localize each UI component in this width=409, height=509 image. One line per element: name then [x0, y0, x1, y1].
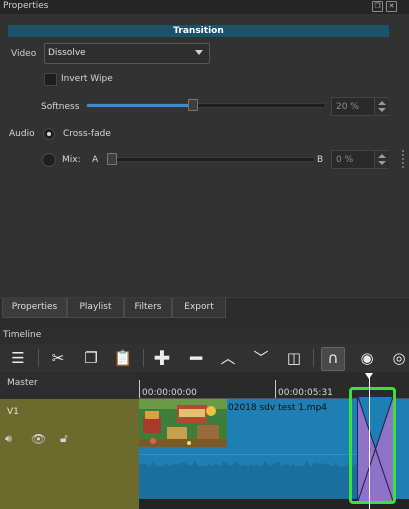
softness-slider[interactable]	[86, 99, 326, 111]
video-transition-value: Dissolve	[48, 48, 86, 58]
speaker-icon[interactable]: 🔊︎	[5, 432, 12, 446]
clip-name: 02018 sdv test 1.mp4	[228, 403, 328, 413]
tab-playlist[interactable]: Playlist	[67, 298, 124, 318]
v1-track-name: V1	[7, 407, 19, 417]
radio-selected-dot	[47, 132, 51, 136]
softness-slider-handle[interactable]	[188, 99, 198, 111]
mix-label: Mix:	[62, 155, 81, 165]
mix-spin-buttons[interactable]	[374, 151, 389, 168]
copy-icon[interactable]: ❐	[80, 347, 102, 369]
timecode-mark: 00:00:05:31	[278, 388, 333, 398]
playhead-line[interactable]	[369, 376, 370, 509]
mix-value: 0 %	[336, 155, 354, 165]
spin-up-icon[interactable]	[378, 101, 386, 105]
audio-waveform	[139, 460, 365, 499]
spin-up-icon[interactable]	[378, 154, 386, 158]
remove-icon[interactable]: ━	[185, 347, 207, 369]
menu-icon[interactable]: ☰	[7, 347, 29, 369]
lift-icon[interactable]: ︿	[217, 347, 239, 369]
mix-radio[interactable]	[42, 153, 56, 167]
mix-spinbox[interactable]: 0 %	[331, 150, 389, 169]
softness-label: Softness	[41, 102, 80, 112]
properties-panel: Properties ❐ ✕ Transition Video Dissolve…	[0, 0, 409, 319]
timeline-clip[interactable]: 02018 sdv test 1.mp4	[139, 399, 365, 499]
selection-highlight	[349, 387, 396, 504]
invert-wipe-label: Invert Wipe	[61, 74, 113, 84]
timeline-title: Timeline	[3, 330, 42, 340]
ruler-tick	[139, 380, 140, 399]
master-label: Master	[7, 378, 38, 388]
unlock-icon[interactable]: 🔓︎	[60, 431, 68, 446]
float-panel-icon[interactable]: ❐	[372, 1, 383, 12]
properties-titlebar: Properties ❐ ✕	[0, 0, 409, 14]
spin-down-icon[interactable]	[378, 108, 386, 112]
splitter-handle[interactable]	[402, 150, 404, 168]
timeline-toolbar: ☰ ✂ ❐ 📋 ✚ ━ ︿ ﹀ ◫ ∩ ◉ ◎	[0, 344, 409, 372]
properties-title: Properties	[3, 1, 49, 11]
toolbar-separator	[143, 349, 144, 367]
track-controls: 🔊︎ 👁︎ 🔓︎	[5, 431, 95, 447]
overwrite-icon[interactable]: ﹀	[250, 347, 272, 369]
snap-icon[interactable]: ∩	[321, 347, 345, 371]
softness-slider-fill	[87, 104, 192, 107]
scrub-icon[interactable]: ◉	[356, 347, 378, 369]
mix-slider-handle[interactable]	[107, 153, 117, 165]
softness-spinbox[interactable]: 20 %	[331, 97, 389, 116]
paste-icon[interactable]: 📋	[112, 347, 134, 369]
chevron-down-icon	[195, 50, 203, 55]
mix-a-label: A	[92, 155, 99, 165]
v1-track-header[interactable]: V1 🔊︎ 👁︎ 🔓︎	[0, 399, 139, 509]
softness-spin-buttons[interactable]	[374, 98, 389, 115]
eye-icon[interactable]: 👁︎	[31, 432, 46, 446]
ruler-tick	[275, 380, 276, 399]
timeline-clip-next[interactable]	[396, 399, 409, 499]
video-transition-select[interactable]: Dissolve	[44, 43, 210, 64]
cut-icon[interactable]: ✂	[47, 347, 69, 369]
timeline-titlebar: Timeline	[0, 326, 409, 344]
audio-label: Audio	[9, 129, 35, 139]
split-icon[interactable]: ◫	[283, 347, 305, 369]
crossfade-label: Cross-fade	[63, 129, 111, 139]
close-panel-icon[interactable]: ✕	[386, 1, 397, 12]
spin-down-icon[interactable]	[378, 161, 386, 165]
tab-filters[interactable]: Filters	[124, 298, 172, 318]
mix-slider[interactable]	[106, 153, 315, 165]
invert-wipe-checkbox[interactable]	[44, 73, 57, 86]
softness-value: 20 %	[336, 102, 359, 112]
toolbar-separator	[313, 349, 314, 367]
timecode-start: 00:00:00:00	[142, 388, 197, 398]
tab-export[interactable]: Export	[172, 298, 226, 318]
transition-section-header: Transition	[8, 25, 389, 37]
tab-properties[interactable]: Properties	[2, 298, 67, 318]
master-track-header[interactable]: Master	[0, 373, 139, 399]
toolbar-separator	[38, 349, 39, 367]
append-icon[interactable]: ✚	[151, 347, 173, 369]
crossfade-radio[interactable]	[43, 128, 55, 140]
panel-tabs: Properties Playlist Filters Export	[0, 297, 409, 319]
video-label: Video	[11, 49, 37, 59]
clip-thumbnail	[139, 399, 227, 447]
ripple-icon[interactable]: ◎	[388, 347, 409, 369]
mix-b-label: B	[317, 155, 324, 165]
